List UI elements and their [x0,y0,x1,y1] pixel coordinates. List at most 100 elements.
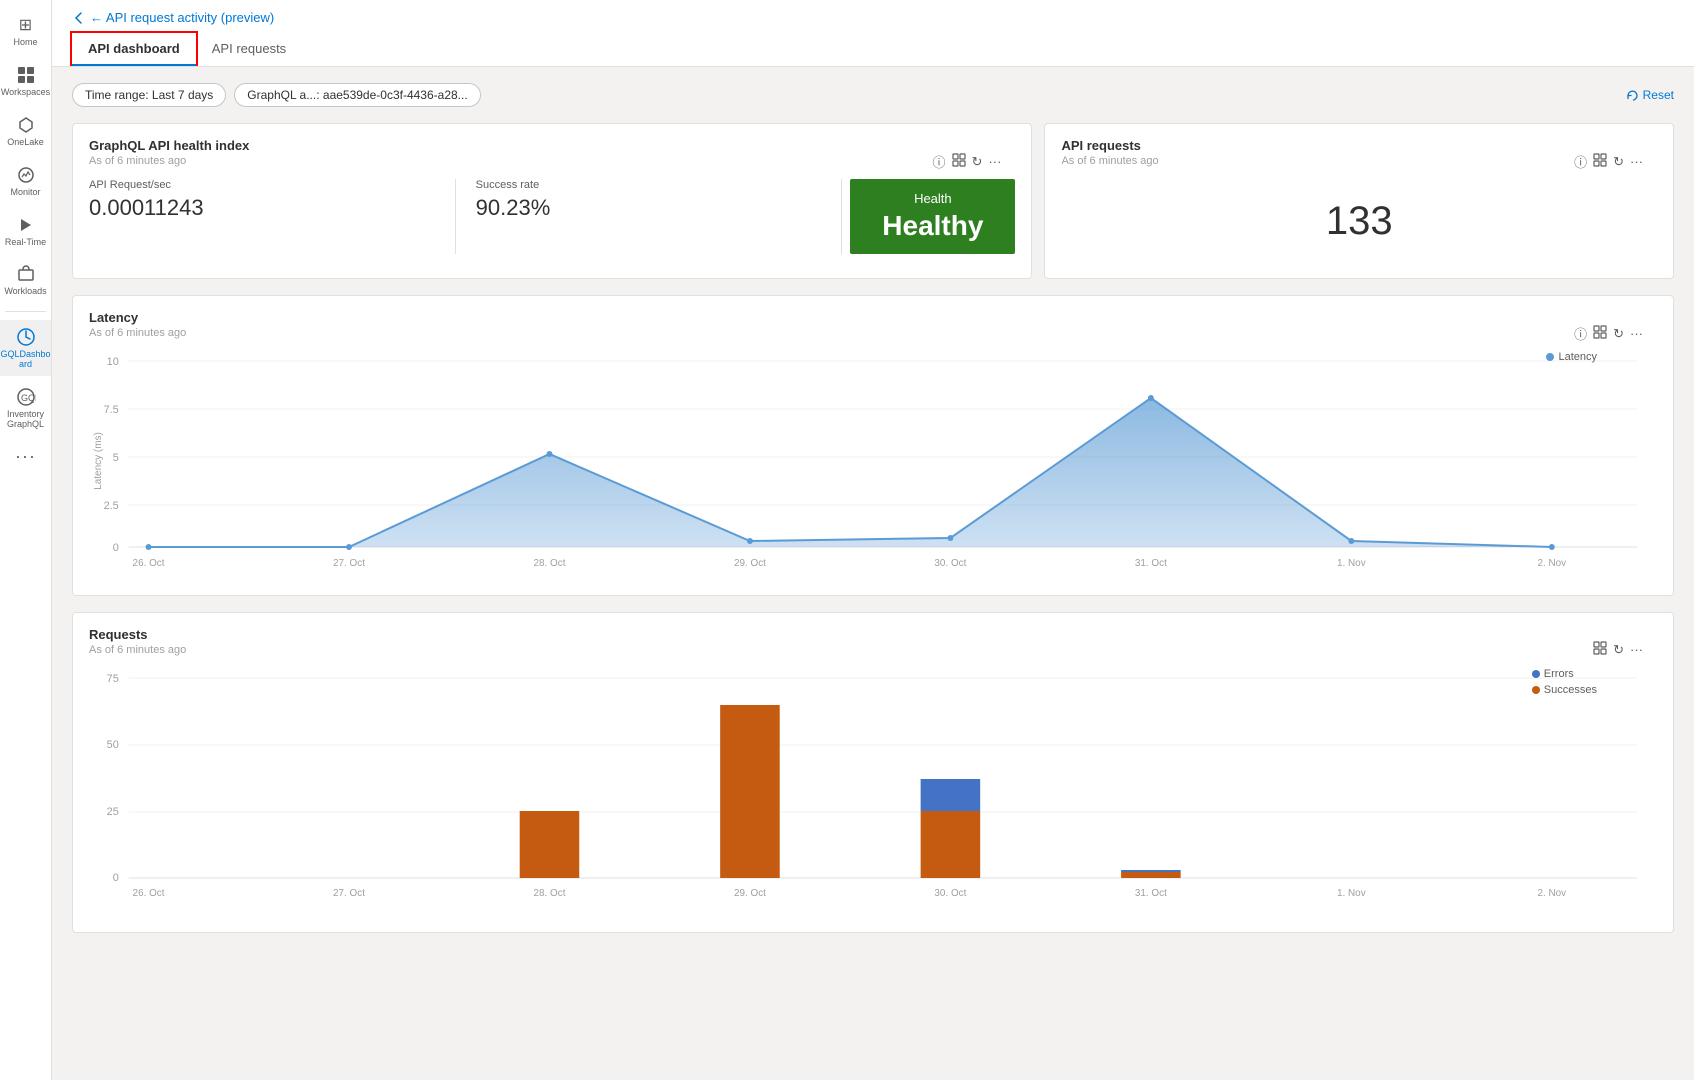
svg-text:26. Oct: 26. Oct [133,558,165,569]
workspaces-icon [15,64,37,86]
api-requests-card: API requests As of 6 minutes ago ⓘ ↻ ···… [1044,123,1674,279]
svg-text:27. Oct: 27. Oct [333,558,365,569]
latency-info-button[interactable]: ⓘ [1574,324,1587,343]
errors-legend-dot [1532,670,1540,678]
health-more-button[interactable]: ··· [988,154,1001,169]
latency-legend: Latency [1546,351,1597,363]
sidebar: ⊞ Home Workspaces OneLake Monitor Real-T… [0,0,52,1080]
svg-text:29. Oct: 29. Oct [734,558,766,569]
page-title: ← API request activity (preview) [90,10,274,25]
sidebar-label-realtime: Real-Time [5,238,46,248]
requests-chart-card: Requests As of 6 minutes ago ↻ ··· Error… [72,612,1674,933]
errors-legend-item: Errors [1532,668,1597,680]
success-rate-cell: Success rate 90.23% [456,179,843,254]
sidebar-divider [5,311,46,312]
sidebar-label-gqldashboard: GQLDashboard [0,350,50,370]
gqldashboard-icon [15,326,37,348]
svg-text:31. Oct: 31. Oct [1135,888,1167,899]
requests-subtitle: As of 6 minutes ago [89,644,1657,656]
successes-legend-item: Successes [1532,684,1597,696]
latency-grid-button[interactable] [1593,325,1607,342]
sidebar-item-monitor[interactable]: Monitor [0,158,51,204]
bar-31oct-errors [1121,870,1181,872]
requests-svg: 75 50 25 0 26. Oct 27. Oct 28. Oct 29. O… [89,668,1657,908]
sidebar-label-workloads: Workloads [4,287,46,297]
api-request-sec-label: API Request/sec [89,179,435,191]
requests-chart-container: Errors Successes 75 50 25 0 [89,668,1657,918]
api-request-sec-cell: API Request/sec 0.00011243 [89,179,456,254]
svg-text:7.5: 7.5 [104,404,119,416]
svg-text:25: 25 [107,806,119,818]
health-refresh-button[interactable]: ↻ [972,154,983,170]
sidebar-item-workspaces[interactable]: Workspaces [0,58,51,104]
health-grid-button[interactable] [952,153,966,170]
bar-28oct-success [520,811,580,878]
sidebar-label-monitor: Monitor [10,188,40,198]
svg-text:28. Oct: 28. Oct [533,558,565,569]
tabs-row: API dashboard API requests [72,33,1674,66]
health-card-content: API Request/sec 0.00011243 Success rate … [89,179,1015,254]
back-button[interactable]: ← API request activity (preview) [72,10,274,25]
svg-text:Latency (ms): Latency (ms) [93,432,104,490]
sidebar-item-realtime[interactable]: Real-Time [0,208,51,254]
sidebar-item-onelake[interactable]: OneLake [0,108,51,154]
monitor-icon [15,164,37,186]
requests-grid-button[interactable] [1593,641,1607,658]
cards-row: GraphQL API health index As of 6 minutes… [72,123,1674,279]
health-box-value: Healthy [882,210,983,242]
svg-text:26. Oct: 26. Oct [133,888,165,899]
more-icon: ··· [15,446,37,468]
reset-button[interactable]: Reset [1626,88,1674,102]
realtime-icon [15,214,37,236]
svg-text:10: 10 [107,356,119,368]
sidebar-item-home[interactable]: ⊞ Home [0,8,51,54]
latency-svg: 10 7.5 5 2.5 0 Latency (ms) 26. Oct 27. … [89,351,1657,571]
sidebar-label-onelake: OneLake [7,138,44,148]
sidebar-item-inventorygraphql[interactable]: GQL InventoryGraphQL [0,380,51,436]
successes-legend-dot [1532,686,1540,694]
latency-subtitle: As of 6 minutes ago [89,327,1657,339]
svg-text:30. Oct: 30. Oct [934,558,966,569]
api-req-refresh-button[interactable]: ↻ [1613,154,1624,170]
api-req-more-button[interactable]: ··· [1630,154,1643,169]
time-range-filter[interactable]: Time range: Last 7 days [72,83,226,107]
health-card-toolbar: ⓘ ↻ ··· [933,152,1002,171]
svg-text:27. Oct: 27. Oct [333,888,365,899]
requests-title: Requests [89,627,1657,642]
latency-refresh-button[interactable]: ↻ [1613,326,1624,342]
success-rate-label: Success rate [476,179,822,191]
svg-text:5: 5 [113,452,119,464]
api-requests-card-title: API requests [1061,138,1657,153]
health-info-button[interactable]: ⓘ [933,152,946,171]
svg-text:28. Oct: 28. Oct [533,888,565,899]
svg-text:0: 0 [113,542,119,554]
content-area: Time range: Last 7 days GraphQL a...: aa… [52,67,1694,1080]
tab-underline [72,64,196,66]
health-box-label: Health [914,191,952,206]
main-area: ← API request activity (preview) API das… [52,0,1694,1080]
tab-api-requests[interactable]: API requests [196,33,302,66]
latency-more-button[interactable]: ··· [1630,326,1643,341]
filter-bar: Time range: Last 7 days GraphQL a...: aa… [72,83,1674,107]
api-requests-card-subtitle: As of 6 minutes ago [1061,155,1657,167]
svg-text:GQL: GQL [21,393,36,403]
svg-text:2.5: 2.5 [104,500,119,512]
bar-30oct-errors [921,779,981,811]
svg-text:29. Oct: 29. Oct [734,888,766,899]
svg-text:75: 75 [107,673,119,685]
latency-chart-card: Latency As of 6 minutes ago ⓘ ↻ ··· Late… [72,295,1674,596]
requests-more-button[interactable]: ··· [1630,642,1643,657]
requests-refresh-button[interactable]: ↻ [1613,642,1624,658]
tab-api-dashboard[interactable]: API dashboard [72,33,196,66]
sidebar-item-workloads[interactable]: Workloads [0,257,51,303]
page-header: ← API request activity (preview) API das… [52,0,1694,67]
success-rate-value: 90.23% [476,195,822,221]
graphql-api-filter[interactable]: GraphQL a...: aae539de-0c3f-4436-a28... [234,83,480,107]
sidebar-item-more[interactable]: ··· [0,440,51,474]
inventorygraphql-icon: GQL [15,386,37,408]
svg-text:31. Oct: 31. Oct [1135,558,1167,569]
api-req-grid-button[interactable] [1593,153,1607,170]
sidebar-label-workspaces: Workspaces [1,88,50,98]
api-req-info-button[interactable]: ⓘ [1574,152,1587,171]
sidebar-item-gqldashboard[interactable]: GQLDashboard [0,320,51,376]
